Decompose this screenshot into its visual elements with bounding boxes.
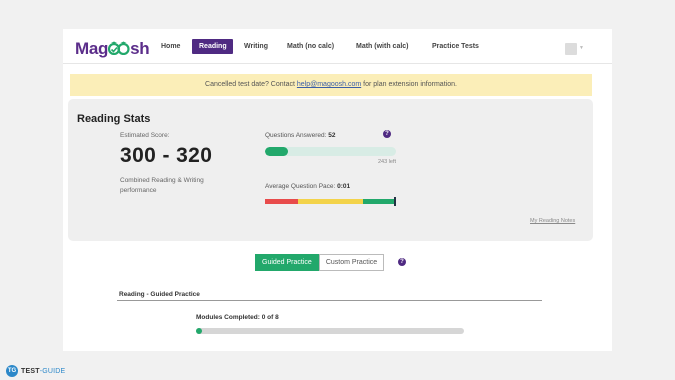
estimated-score: 300 - 320 [120,144,213,167]
notice-banner: Cancelled test date? Contact help@magoos… [70,74,592,96]
help-icon[interactable]: ? [398,258,406,266]
questions-answered-value: 52 [328,132,336,139]
nav-math-no-calc[interactable]: Math (no calc) [287,43,334,50]
section-divider [117,300,542,301]
practice-mode-toggle: Guided Practice Custom Practice [255,254,385,271]
questions-answered-text: Questions Answered: [265,132,327,139]
test-guide-logo-icon: TG [6,365,18,377]
nav-math-with-calc[interactable]: Math (with calc) [356,43,409,50]
nav-home[interactable]: Home [161,43,180,50]
magoosh-logo[interactable]: Mag sh [75,39,150,59]
app-page: Mag sh Home Reading Writing Math (no calc… [63,29,612,351]
owl-eyes-icon [108,41,130,55]
pace-segment-1 [297,199,363,204]
watermark-brand-bold: TEST [21,367,40,375]
top-navigation: Mag sh Home Reading Writing Math (no calc… [63,29,612,64]
pace-segment-2 [362,199,395,204]
chevron-down-icon[interactable]: ▼ [579,45,584,51]
reading-notes-link[interactable]: My Reading Notes [530,218,575,224]
question-pace-label: Average Question Pace: 0:01 [265,183,350,190]
pace-marker [394,197,396,206]
questions-progress-bar [265,147,396,156]
guided-practice-button[interactable]: Guided Practice [255,254,319,271]
banner-text-before: Cancelled test date? Contact [205,81,297,88]
support-email-link[interactable]: help@magoosh.com [297,81,361,88]
questions-progress-fill [265,147,289,156]
nav-reading[interactable]: Reading [192,39,233,54]
question-pace-value: 0:01 [337,183,351,190]
estimated-score-label: Estimated Score: [120,132,170,139]
logo-text-left: Mag [75,39,109,58]
stats-title: Reading Stats [77,113,151,125]
modules-progress-bar [196,328,464,334]
reading-stats-card: Reading Stats Estimated Score: 300 - 320… [68,99,593,241]
custom-practice-button[interactable]: Custom Practice [318,254,385,271]
questions-left: 243 left [377,159,396,165]
questions-answered-label: Questions Answered: 52 [265,132,335,139]
score-caption: Combined Reading & Writing performance [120,177,204,194]
banner-text-after: for plan extension information. [361,81,457,88]
nav-practice-tests[interactable]: Practice Tests [432,43,479,50]
watermark-text: TEST-GUIDE [21,368,65,375]
logo-text-right: sh [130,39,150,58]
question-pace-text: Average Question Pace: [265,183,336,190]
guided-section-title: Reading - Guided Practice [119,291,200,298]
watermark-brand-rest: -GUIDE [39,367,66,375]
modules-progress-indicator [196,328,202,334]
pace-meter [265,199,395,204]
user-avatar-icon[interactable] [565,43,577,55]
nav-writing[interactable]: Writing [244,43,268,50]
help-icon[interactable]: ? [383,130,391,138]
pace-segment-0 [265,199,298,204]
test-guide-watermark: TG TEST-GUIDE [6,365,65,377]
modules-completed-label: Modules Completed: 0 of 8 [196,314,279,321]
